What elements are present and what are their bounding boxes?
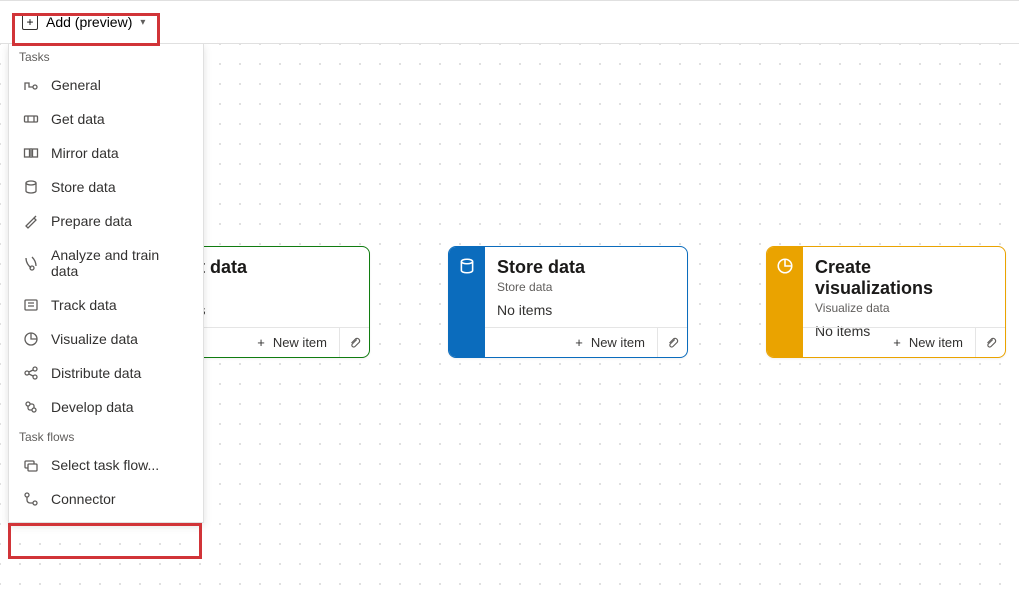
menu-item-label: Connector	[51, 491, 116, 507]
menu-item-distribute-data[interactable]: Distribute data	[9, 356, 203, 390]
track-data-icon	[23, 297, 39, 313]
database-icon	[458, 257, 476, 275]
card-footer: + New item	[803, 327, 1005, 357]
menu-item-mirror-data[interactable]: Mirror data	[9, 136, 203, 170]
plus-icon: +	[893, 335, 901, 350]
menu-item-label: Select task flow...	[51, 457, 159, 473]
menu-item-label: Distribute data	[51, 365, 141, 381]
menu-item-label: Analyze and train data	[51, 247, 189, 279]
menu-item-visualize-data[interactable]: Visualize data	[9, 322, 203, 356]
card-create-visualizations[interactable]: Create visualizations Visualize data No …	[766, 246, 1006, 358]
menu-item-label: General	[51, 77, 101, 93]
menu-item-get-data[interactable]: Get data	[9, 102, 203, 136]
visualize-icon	[23, 331, 39, 347]
card-title: Store data	[497, 257, 675, 278]
menu-item-track-data[interactable]: Track data	[9, 288, 203, 322]
general-icon	[23, 77, 39, 93]
store-data-icon	[23, 179, 39, 195]
menu-item-select-task-flow[interactable]: Select task flow...	[9, 448, 203, 482]
pie-chart-icon	[776, 257, 794, 275]
card-status: No items	[497, 302, 675, 318]
new-item-label: New item	[591, 335, 645, 350]
attach-button[interactable]	[339, 328, 369, 357]
attach-button[interactable]	[975, 328, 1005, 357]
card-title: ect data	[179, 257, 357, 278]
connector-icon	[23, 491, 39, 507]
card-stripe	[767, 247, 803, 357]
new-item-label: New item	[909, 335, 963, 350]
attach-icon	[984, 336, 998, 350]
prepare-data-icon	[23, 213, 39, 229]
card-store-data[interactable]: Store data Store data No items + New ite…	[448, 246, 688, 358]
menu-item-analyze-train-data[interactable]: Analyze and train data	[9, 238, 203, 288]
card-title: Create visualizations	[815, 257, 993, 299]
menu-item-label: Mirror data	[51, 145, 119, 161]
card-body: Store data Store data No items + New ite…	[485, 247, 687, 357]
chevron-down-icon: ▾	[140, 17, 145, 28]
menu-item-label: Track data	[51, 297, 117, 313]
plus-icon: +	[575, 335, 583, 350]
add-dropdown: Tasks General Get data Mirror data Store…	[8, 44, 204, 523]
menu-item-label: Store data	[51, 179, 116, 195]
add-preview-button[interactable]: + Add (preview) ▾	[10, 9, 157, 35]
add-button-label: Add (preview)	[46, 14, 132, 30]
card-subtitle: ta	[179, 280, 357, 294]
attach-icon	[348, 336, 362, 350]
menu-item-store-data[interactable]: Store data	[9, 170, 203, 204]
menu-item-label: Develop data	[51, 399, 134, 415]
mirror-data-icon	[23, 145, 39, 161]
dropdown-section-tasks: Tasks	[9, 44, 203, 68]
develop-icon	[23, 399, 39, 415]
card-footer: + New item	[485, 327, 687, 357]
card-stripe	[449, 247, 485, 357]
analyze-icon	[23, 255, 39, 271]
attach-button[interactable]	[657, 328, 687, 357]
card-subtitle: Store data	[497, 280, 675, 294]
get-data-icon	[23, 111, 39, 127]
new-item-label: New item	[273, 335, 327, 350]
new-item-button[interactable]: + New item	[485, 328, 657, 357]
plus-icon: +	[257, 335, 265, 350]
dropdown-section-flows: Task flows	[9, 424, 203, 448]
menu-item-general[interactable]: General	[9, 68, 203, 102]
menu-item-develop-data[interactable]: Develop data	[9, 390, 203, 424]
menu-item-label: Visualize data	[51, 331, 138, 347]
attach-icon	[666, 336, 680, 350]
card-status: ems	[179, 302, 357, 318]
new-item-button[interactable]: + New item	[803, 328, 975, 357]
toolbar: + Add (preview) ▾	[0, 0, 1019, 44]
card-subtitle: Visualize data	[815, 301, 993, 315]
menu-item-label: Get data	[51, 111, 105, 127]
distribute-icon	[23, 365, 39, 381]
plus-icon: +	[22, 14, 38, 30]
menu-item-connector[interactable]: Connector	[9, 482, 203, 516]
task-flow-icon	[23, 457, 39, 473]
menu-item-label: Prepare data	[51, 213, 132, 229]
card-body: Create visualizations Visualize data No …	[803, 247, 1005, 357]
menu-item-prepare-data[interactable]: Prepare data	[9, 204, 203, 238]
